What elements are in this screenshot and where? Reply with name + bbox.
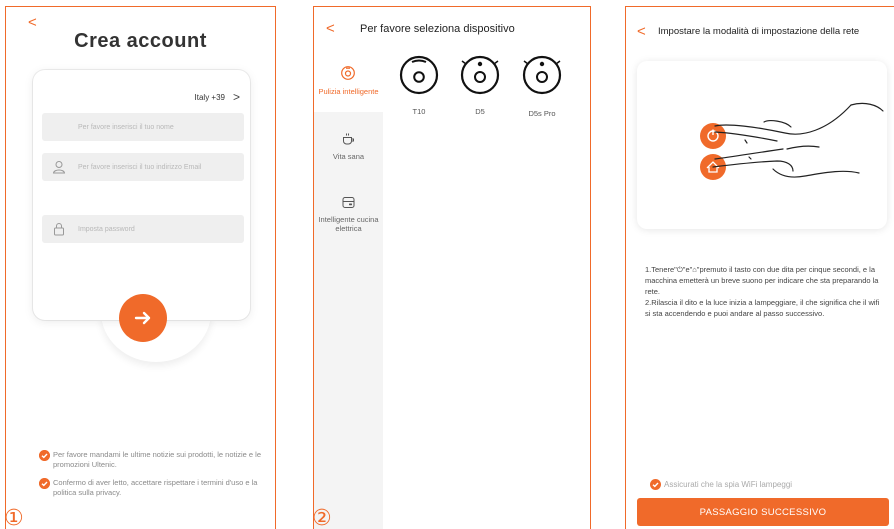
- password-field[interactable]: Imposta password: [42, 215, 244, 243]
- hand-illustration: [700, 102, 884, 180]
- country-selector[interactable]: Italy +39 >: [195, 90, 240, 104]
- page-title: Crea account: [74, 30, 207, 52]
- arrow-right-icon: [134, 311, 151, 325]
- step-number: ②: [313, 506, 332, 529]
- device-label: T10: [412, 107, 426, 116]
- next-step-button[interactable]: PASSAGGIO SUCCESSIVO: [637, 498, 889, 526]
- email-field[interactable]: Per favore inserisci il tuo indirizzo Em…: [42, 153, 244, 181]
- name-field[interactable]: Per favore inserisci il tuo nome: [42, 113, 244, 141]
- device-label: D5s Pro: [528, 109, 556, 118]
- cup-icon: [343, 133, 354, 145]
- category-sidebar: Pulizia intelligente Vita sana Intellige…: [314, 52, 383, 529]
- checkmark-icon[interactable]: [650, 479, 661, 490]
- country-code: Italy +39: [194, 92, 225, 102]
- robot-d5-icon[interactable]: [460, 55, 500, 95]
- checkmark-icon[interactable]: [39, 450, 50, 461]
- back-button[interactable]: <: [637, 24, 646, 39]
- chevron-right-icon: >: [232, 90, 240, 104]
- instruction-step-1: 1.Tenere"⏻"e"⌂"premuto il tasto con due …: [645, 265, 879, 296]
- page-title: Impostare la modalità di impostazione de…: [658, 26, 860, 37]
- step-number: ①: [5, 506, 24, 529]
- name-placeholder: Per favore inserisci il tuo nome: [78, 123, 174, 131]
- category-label: Pulizia intelligente: [318, 87, 379, 96]
- terms-consent-text: Confermo di aver letto, accettare rispet…: [53, 478, 258, 497]
- newsletter-consent-text: Per favore mandami le ultime notizie sui…: [53, 450, 262, 469]
- create-account-screen: < Crea account Italy +39 > Per favore in…: [5, 6, 276, 529]
- page-title: Per favore seleziona dispositivo: [360, 23, 515, 35]
- robot-d5s-pro-icon[interactable]: [522, 55, 562, 95]
- back-button[interactable]: <: [326, 21, 335, 36]
- category-cleaning[interactable]: Pulizia intelligente: [314, 52, 383, 112]
- category-label: Vita sana: [332, 152, 365, 161]
- category-label: Intelligente cucina elettrica: [318, 215, 379, 233]
- network-setup-screen: < Impostare la modalità di impostazione …: [625, 6, 894, 529]
- user-icon: [52, 161, 66, 174]
- wifi-check-label: Assicurati che la spia WiFi lampeggi: [664, 480, 793, 489]
- device-label: D5: [475, 107, 485, 116]
- robot-t10-icon[interactable]: [399, 55, 439, 95]
- select-device-screen: < Per favore seleziona dispositivo Puliz…: [313, 6, 591, 529]
- instructions-text: 1.Tenere"⏻"e"⌂"premuto il tasto con due …: [645, 264, 885, 319]
- vacuum-icon: [341, 66, 355, 80]
- cooker-icon: [342, 197, 355, 208]
- checkmark-icon[interactable]: [39, 478, 50, 489]
- hand-pressing-buttons-illustration: [637, 61, 887, 229]
- submit-arrow-button[interactable]: [119, 294, 167, 342]
- account-form-card: Italy +39 > Per favore inserisci il tuo …: [33, 70, 250, 320]
- instruction-step-2: 2.Rilascia il dito e la luce inizia a la…: [645, 298, 880, 318]
- lock-icon: [54, 223, 64, 236]
- category-kitchen[interactable]: Intelligente cucina elettrica: [314, 195, 383, 240]
- category-healthy-life[interactable]: Vita sana: [314, 132, 383, 172]
- wifi-check-row[interactable]: Assicurati che la spia WiFi lampeggi: [650, 479, 792, 490]
- back-button[interactable]: <: [28, 15, 37, 30]
